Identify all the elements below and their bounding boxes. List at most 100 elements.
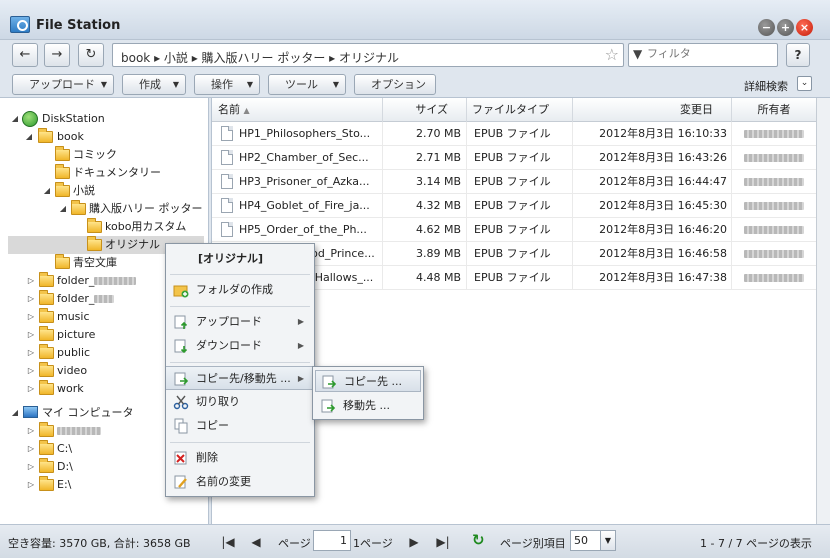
menu-item-label: 切り取り [196, 395, 240, 408]
tree-item-purchased[interactable]: ◢ 購入版ハリー ポッター [8, 200, 204, 218]
expand-toggle-icon[interactable]: ◢ [10, 404, 20, 422]
context-menu-title: [オリジナル] [198, 252, 264, 265]
folder-icon [87, 218, 102, 233]
expand-toggle-icon[interactable]: ▷ [26, 290, 36, 308]
file-modified: 2012年8月3日 16:45:30 [573, 194, 732, 218]
tree-label: book [57, 130, 84, 143]
items-per-page-value: 50 [574, 534, 588, 547]
table-row[interactable]: HP1_Philosophers_Sto... 2.70 MB EPUB ファイ… [212, 122, 816, 146]
column-header-size[interactable]: サイズ [383, 98, 467, 122]
file-station-icon [10, 16, 30, 33]
filter-input[interactable] [647, 47, 772, 60]
grid-header: 名前 ▲ サイズ ファイルタイプ 変更日 所有者 [212, 98, 816, 122]
column-header-name[interactable]: 名前 ▲ [212, 98, 383, 122]
file-name: HP3_Prisoner_of_Azka... [239, 175, 370, 188]
file-size: 3.89 MB [383, 242, 467, 266]
help-button[interactable]: ? [786, 43, 810, 67]
close-button[interactable]: × [796, 19, 813, 36]
options-button-label: オプション [371, 78, 426, 91]
vertical-scrollbar[interactable] [816, 98, 830, 524]
expand-toggle-icon[interactable]: ▷ [26, 344, 36, 362]
path-field[interactable]: book ▸ 小説 ▸ 購入版ハリー ポッター ▸ オリジナル ☆ [112, 43, 624, 67]
tree-item-book[interactable]: ◢ book [8, 128, 204, 146]
tree-label: マイ コンピュータ [42, 406, 134, 419]
file-size: 4.32 MB [383, 194, 467, 218]
table-row[interactable]: HP2_Chamber_of_Sec... 2.71 MB EPUB ファイル … [212, 146, 816, 170]
table-row[interactable]: HP5_Order_of_the_Ph... 4.62 MB EPUB ファイル… [212, 218, 816, 242]
back-arrow-icon[interactable]: ← [12, 43, 38, 67]
column-header-owner[interactable]: 所有者 [732, 98, 816, 122]
file-name: HP5_Order_of_the_Ph... [239, 223, 367, 236]
redacted-text [94, 295, 115, 303]
page-count: 1ページ [353, 537, 393, 550]
chevron-down-icon: ▼ [100, 80, 107, 89]
epub-file-icon [221, 174, 233, 189]
expand-toggle-icon[interactable]: ▷ [26, 308, 36, 326]
refresh-icon[interactable]: ↻ [78, 43, 104, 67]
expand-toggle-icon[interactable]: ▷ [26, 272, 36, 290]
tree-label: public [57, 346, 91, 359]
tree-label: E:\ [57, 478, 72, 491]
epub-file-icon [221, 198, 233, 213]
copy-to-icon [322, 375, 337, 389]
upload-button[interactable]: アップロード ▼ [12, 74, 114, 95]
menu-item-move-to[interactable]: 移動先 ... [315, 395, 421, 417]
menu-item-label: コピー [196, 419, 229, 432]
star-icon[interactable]: ☆ [605, 45, 619, 64]
menu-item-label: 削除 [196, 451, 218, 464]
table-row[interactable]: HP3_Prisoner_of_Azka... 3.14 MB EPUB ファイ… [212, 170, 816, 194]
items-per-page-select[interactable]: 50 ▼ [570, 530, 616, 551]
download-icon [174, 339, 188, 354]
file-owner [732, 170, 816, 194]
menu-item-copy-to[interactable]: コピー先 ... [315, 370, 421, 392]
expand-toggle-icon[interactable]: ▷ [26, 440, 36, 458]
advanced-search-link[interactable]: 詳細検索 [744, 78, 788, 94]
column-header-modified[interactable]: 変更日 [573, 98, 732, 122]
options-button[interactable]: オプション [354, 74, 436, 95]
expand-toggle-icon[interactable]: ▷ [26, 380, 36, 398]
column-header-type[interactable]: ファイルタイプ [467, 98, 573, 122]
expand-toggle-icon[interactable]: ▷ [26, 476, 36, 494]
page-number-input[interactable]: 1 [313, 530, 351, 551]
last-page-icon[interactable]: ▶| [433, 532, 453, 552]
table-row[interactable]: HP4_Goblet_of_Fire_ja... 4.32 MB EPUB ファ… [212, 194, 816, 218]
action-button[interactable]: 操作 ▼ [194, 74, 260, 95]
chevron-down-icon[interactable]: ⌄ [797, 76, 812, 91]
tree-item-comic[interactable]: コミック [8, 146, 204, 164]
menu-item-upload[interactable]: アップロード ▶ [166, 310, 314, 334]
next-page-icon[interactable]: ▶ [404, 532, 424, 552]
menu-item-delete[interactable]: 削除 [166, 446, 314, 470]
submenu-arrow-icon: ▶ [297, 341, 304, 350]
tools-button[interactable]: ツール ▼ [268, 74, 346, 95]
previous-page-icon[interactable]: ◀ [246, 532, 266, 552]
expand-toggle-icon[interactable]: ◢ [24, 128, 34, 146]
expand-toggle-icon[interactable]: ▷ [26, 326, 36, 344]
expand-toggle-icon[interactable]: ◢ [10, 110, 20, 128]
menu-item-rename[interactable]: 名前の変更 [166, 470, 314, 494]
menu-item-copy[interactable]: コピー [166, 414, 314, 438]
tree-item-documentary[interactable]: ドキュメンタリー [8, 164, 204, 182]
redacted-text [744, 202, 804, 210]
folder-icon [55, 164, 70, 179]
menu-item-download[interactable]: ダウンロード ▶ [166, 334, 314, 358]
tree-item-novel[interactable]: ◢ 小説 [8, 182, 204, 200]
expand-toggle-icon[interactable]: ◢ [42, 182, 52, 200]
menu-item-copy-move[interactable]: コピー先/移動先 ... ▶ [166, 366, 314, 390]
expand-toggle-icon[interactable]: ▷ [26, 362, 36, 380]
expand-toggle-icon[interactable]: ▷ [26, 422, 36, 440]
refresh-icon[interactable]: ↻ [472, 531, 485, 549]
first-page-icon[interactable]: |◀ [218, 532, 238, 552]
maximize-button[interactable]: + [777, 19, 794, 36]
create-button[interactable]: 作成 ▼ [122, 74, 186, 95]
sort-ascending-icon: ▲ [243, 106, 250, 115]
menu-item-cut[interactable]: 切り取り [166, 390, 314, 414]
scissors-icon [173, 395, 189, 410]
menu-item-create-folder[interactable]: フォルダの作成 [166, 278, 314, 302]
tree-item-kobo[interactable]: kobo用カスタム [8, 218, 204, 236]
filter-field[interactable]: ▼ [628, 43, 778, 67]
minimize-button[interactable]: − [758, 19, 775, 36]
tree-item-diskstation[interactable]: ◢ DiskStation [8, 110, 204, 128]
forward-arrow-icon[interactable]: → [44, 43, 70, 67]
expand-toggle-icon[interactable]: ◢ [58, 200, 68, 218]
expand-toggle-icon[interactable]: ▷ [26, 458, 36, 476]
